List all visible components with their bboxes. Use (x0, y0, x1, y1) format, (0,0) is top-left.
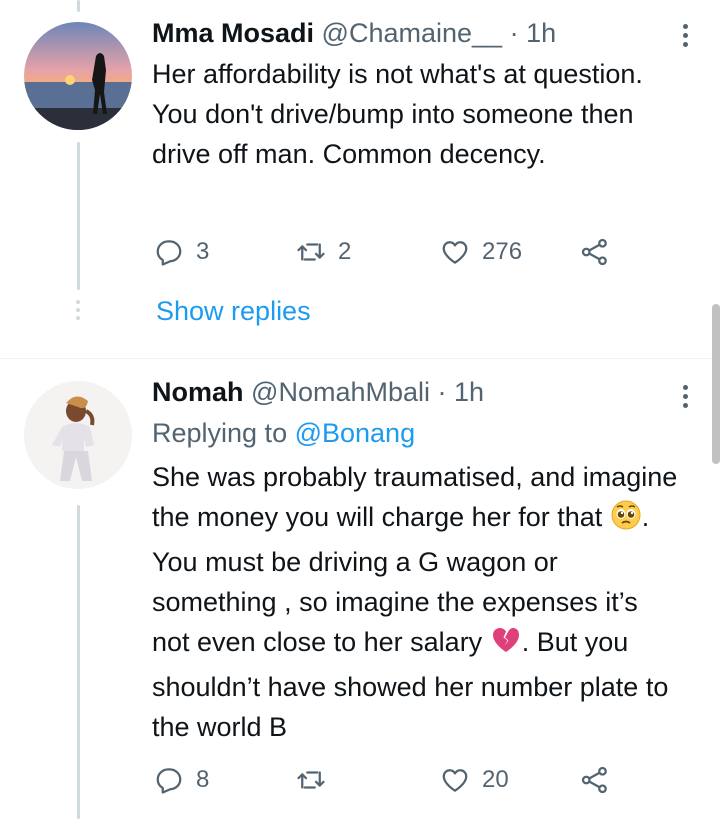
share-icon (581, 238, 607, 266)
user-handle[interactable]: @NomahMbali (251, 377, 430, 407)
tweet-actions: 3 2 276 (152, 232, 622, 272)
thread-line-top (77, 0, 80, 12)
heart-icon (442, 241, 468, 264)
thread-gap-dots (74, 300, 82, 324)
timestamp[interactable]: 1h (454, 377, 484, 407)
avatar[interactable] (24, 381, 132, 489)
like-button[interactable]: 20 (440, 760, 509, 800)
reply-count: 8 (196, 766, 210, 793)
display-name[interactable]: Mma Mosadi (152, 18, 314, 48)
tweet-header: Mma Mosadi @Chamaine__ · 1h (152, 16, 680, 50)
timestamp[interactable]: 1h (526, 18, 556, 48)
display-name[interactable]: Nomah (152, 377, 244, 407)
tweet-text: She was probably traumatised, and imagin… (152, 457, 680, 747)
separator: · (509, 18, 519, 48)
reply-icon (156, 768, 182, 794)
reply-button[interactable]: 8 (154, 760, 209, 800)
tweet-header: Nomah @NomahMbali · 1h (152, 375, 680, 409)
reply-icon (156, 240, 182, 266)
tweet-divider (0, 358, 720, 359)
more-options-button[interactable] (678, 18, 692, 52)
like-button[interactable]: 276 (440, 232, 522, 272)
share-icon (581, 766, 607, 794)
user-handle[interactable]: @Chamaine__ (322, 18, 503, 48)
tweet-text-part: She was probably traumatised, and imagin… (152, 462, 678, 532)
retweet-button[interactable]: 2 (296, 232, 351, 272)
replying-prefix: Replying to (152, 418, 295, 448)
avatar[interactable] (24, 22, 132, 130)
scrollbar[interactable] (712, 304, 720, 464)
tweet-actions: 8 20 (152, 760, 622, 800)
like-count: 20 (482, 766, 509, 793)
retweet-count: 2 (338, 238, 352, 265)
separator: · (437, 377, 447, 407)
broken-heart-icon (490, 624, 522, 667)
thread-line-bottom (77, 505, 80, 819)
more-options-button[interactable] (678, 379, 692, 413)
replying-to: Replying to @Bonang (152, 415, 680, 451)
share-button[interactable] (580, 760, 610, 800)
like-count: 276 (482, 238, 523, 265)
heart-icon (442, 769, 468, 792)
reply-count: 3 (196, 238, 210, 265)
replying-to-link[interactable]: @Bonang (295, 418, 416, 448)
retweet-button[interactable] (296, 760, 338, 800)
show-replies-link[interactable]: Show replies (156, 296, 311, 327)
reply-button[interactable]: 3 (154, 232, 209, 272)
pleading-face-icon (610, 499, 642, 542)
retweet-icon (297, 771, 325, 789)
retweet-icon (297, 243, 325, 261)
tweet-text: Her affordability is not what's at quest… (152, 59, 643, 169)
share-button[interactable] (580, 232, 610, 272)
thread-line-middle (77, 142, 80, 290)
